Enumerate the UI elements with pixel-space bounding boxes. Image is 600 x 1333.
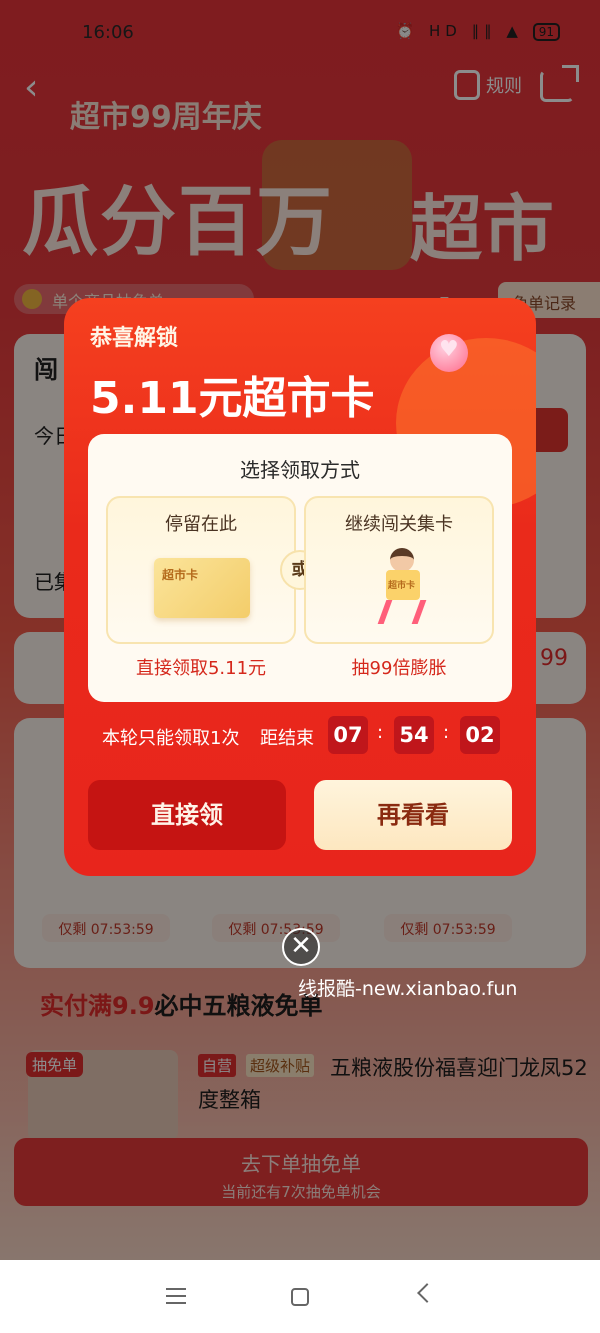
choose-method-panel: 选择领取方式 停留在此 超市卡 或 继续闯关集卡 超市卡 直接领取5.11元 抽… [88,434,512,702]
popup-kicker: 恭喜解锁 [90,326,179,351]
home-icon[interactable] [291,1288,309,1306]
popup-title: 5.11元超市卡 [90,373,375,424]
runner-card: 超市卡 [386,570,420,600]
countdown-hours: 07 [328,716,368,754]
system-nav-bar [0,1260,600,1333]
option-continue-reward: 抽99倍膨胀 [351,658,447,679]
option-continue-collect[interactable]: 继续闯关集卡 超市卡 [304,496,494,644]
option-stay-reward: 直接领取5.11元 [135,658,267,679]
claim-limit-note: 本轮只能领取1次 [102,728,240,749]
choose-method-title: 选择领取方式 [240,458,360,482]
runner-card-label: 超市卡 [388,581,416,591]
menu-icon[interactable] [166,1288,186,1304]
countdown-row: 本轮只能领取1次 距结束 07 : 54 : 02 [64,716,536,756]
heart-icon [430,334,468,372]
claim-directly-button[interactable]: 直接领 [88,780,286,850]
countdown-separator: : [442,722,450,743]
unlock-popup: 恭喜解锁 5.11元超市卡 选择领取方式 停留在此 超市卡 或 继续闯关集卡 超… [64,298,536,876]
supermarket-card-image: 超市卡 [154,558,250,618]
option-stay-label: 停留在此 [165,514,237,535]
supermarket-card-label: 超市卡 [162,568,199,582]
runner-head [390,548,414,572]
watermark: 线报酷-new.xianbao.fun [298,978,518,1000]
option-continue-label: 继续闯关集卡 [345,514,453,535]
countdown-seconds: 02 [460,716,500,754]
running-character-image: 超市卡 [372,548,432,628]
close-icon[interactable]: ✕ [282,928,320,966]
countdown-minutes: 54 [394,716,434,754]
countdown-separator: : [376,722,384,743]
back-icon[interactable] [417,1283,437,1303]
ends-in-label: 距结束 [260,728,314,749]
runner-legs [377,600,427,624]
option-stay-here[interactable]: 停留在此 超市卡 [106,496,296,644]
look-again-button[interactable]: 再看看 [314,780,512,850]
